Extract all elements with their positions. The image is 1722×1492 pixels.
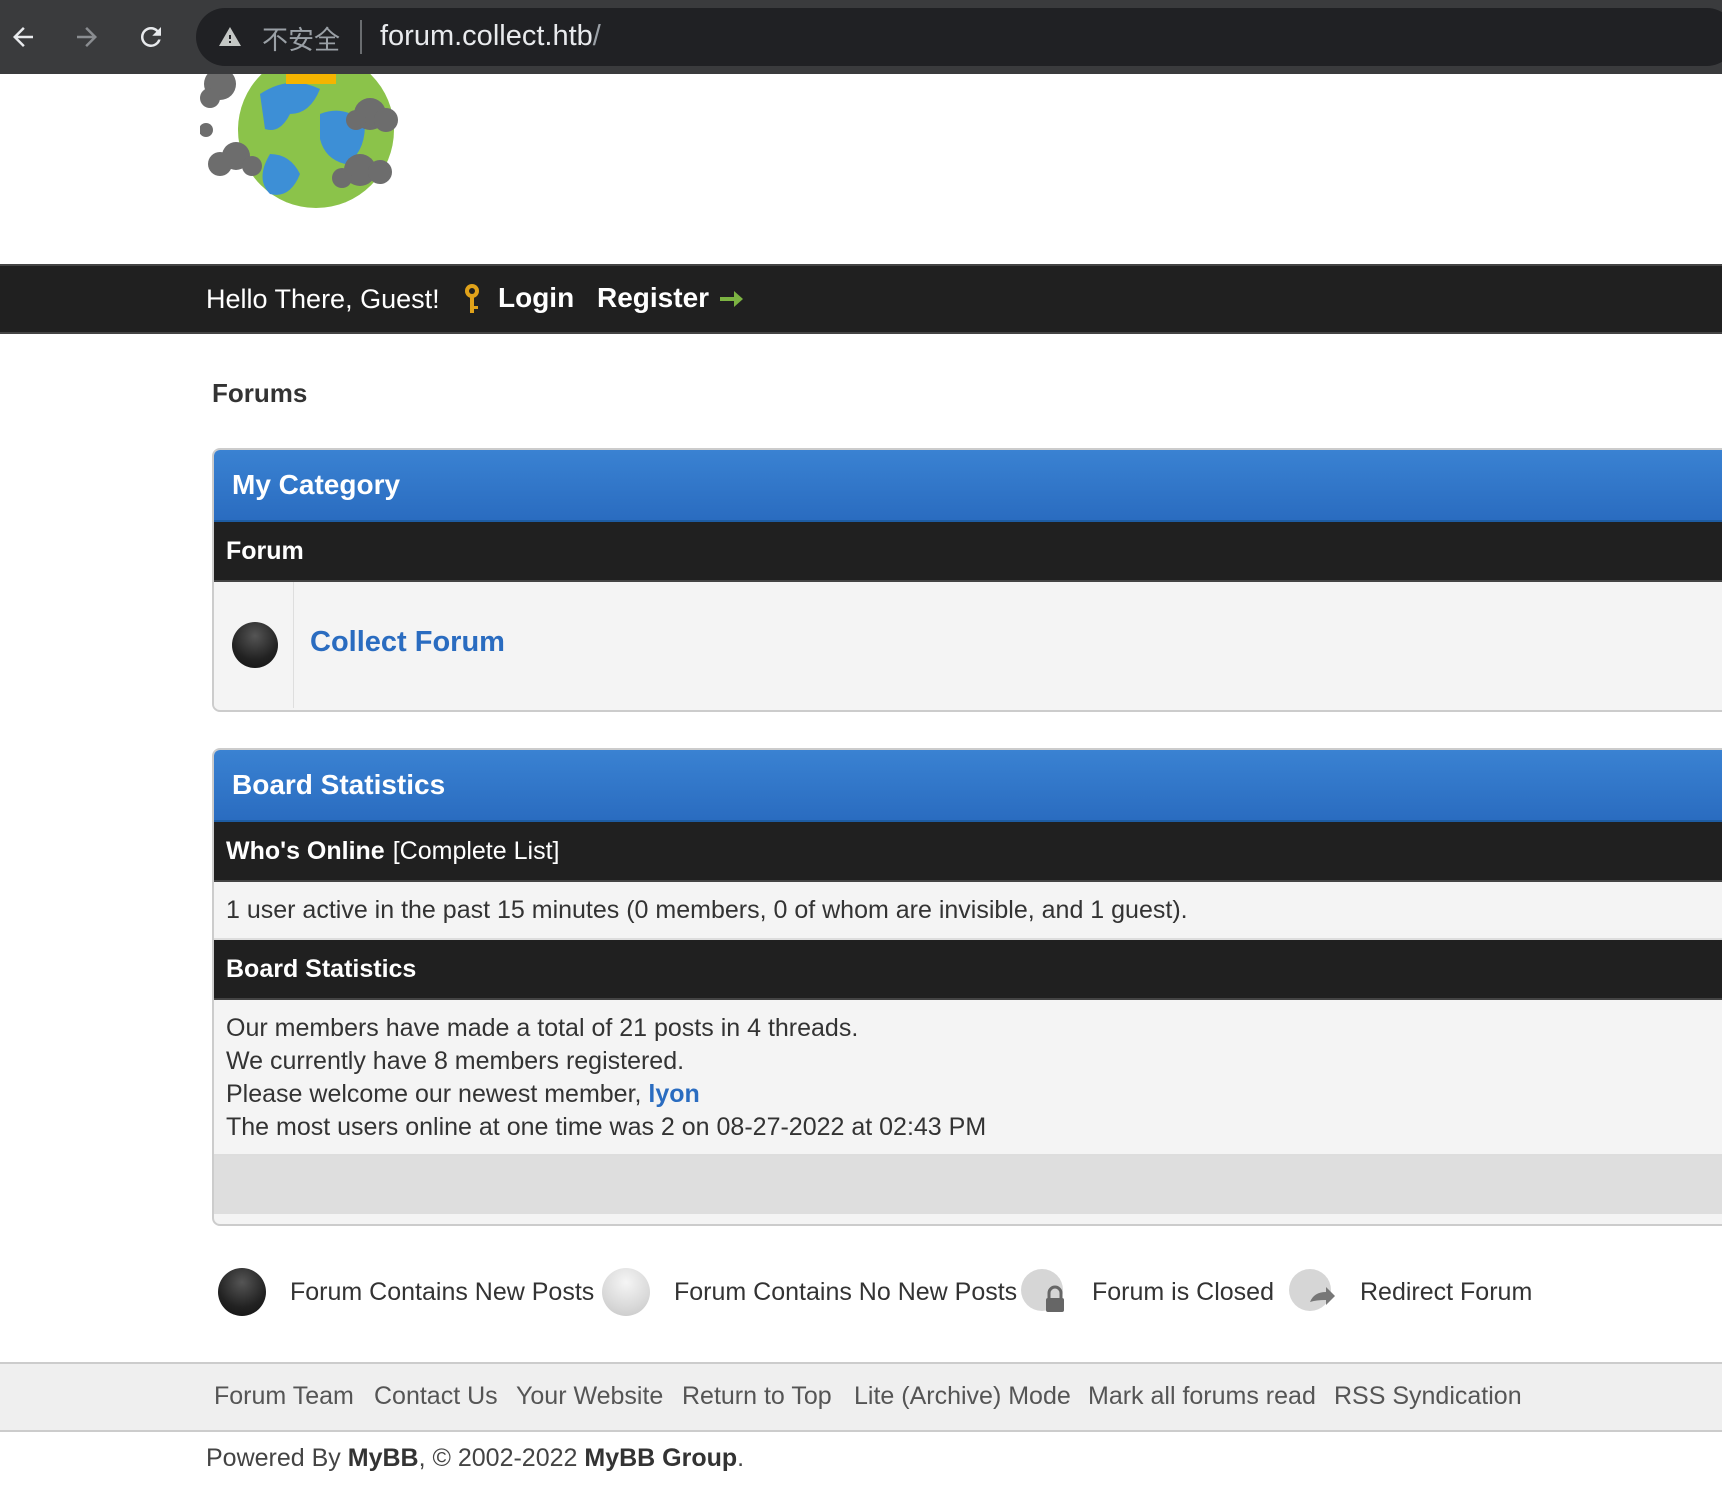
rss-syndication-link[interactable]: RSS Syndication (1334, 1382, 1522, 1411)
key-icon (465, 284, 479, 313)
redirect-arrow-icon (1289, 1269, 1335, 1311)
category-header[interactable]: My Category (214, 450, 1722, 522)
contact-us-link[interactable]: Contact Us (374, 1382, 498, 1411)
forward-button[interactable] (64, 14, 110, 60)
forum-new-posts-icon[interactable] (232, 622, 278, 668)
forum-legend: Forum Contains New Posts Forum Contains … (218, 1268, 1718, 1320)
mybb-link[interactable]: MyBB (348, 1444, 419, 1472)
footer-links-bar: Forum Team Contact Us Your Website Retur… (0, 1362, 1722, 1432)
forum-link-collect[interactable]: Collect Forum (310, 626, 505, 659)
forum-column-label: Forum (226, 536, 304, 565)
lite-mode-link[interactable]: Lite (Archive) Mode (854, 1382, 1071, 1411)
reload-button[interactable] (128, 14, 174, 60)
warning-icon (219, 27, 241, 46)
page-title: Forums (212, 378, 308, 408)
user-bar: Hello There, Guest! Login Register (0, 264, 1722, 334)
no-new-posts-icon (602, 1268, 650, 1316)
most-online-line: The most users online at one time was 2 … (226, 1113, 987, 1141)
legend-no-new-posts-label: Forum Contains No New Posts (674, 1277, 1018, 1306)
header (0, 74, 1722, 264)
new-posts-icon (218, 1268, 266, 1316)
members-registered-line: We currently have 8 members registered. (226, 1047, 685, 1075)
forum-row: Collect Forum (214, 582, 1722, 708)
browser-toolbar: 不安全 forum.collect.htb/ (0, 0, 1722, 74)
arrow-right-icon (720, 291, 743, 307)
legend-redirect-label: Redirect Forum (1360, 1277, 1533, 1306)
stats-subheader-label: Board Statistics (226, 954, 417, 983)
whos-online-link[interactable]: Who's Online (226, 837, 385, 866)
forum-team-link[interactable]: Forum Team (214, 1382, 354, 1411)
category-table: My Category Forum Collect Forum (212, 448, 1722, 712)
mybb-group-link[interactable]: MyBB Group (584, 1444, 737, 1472)
newest-member-link[interactable]: lyon (648, 1080, 699, 1108)
guest-greeting: Hello There, Guest! (206, 284, 440, 314)
online-users-text: 1 user active in the past 15 minutes (0 … (214, 882, 1722, 940)
login-link[interactable]: Login (498, 282, 574, 314)
legend-closed-label: Forum is Closed (1092, 1277, 1274, 1306)
return-to-top-link[interactable]: Return to Top (682, 1382, 832, 1411)
legend-no-new-posts: Forum Contains No New Posts (602, 1268, 1017, 1316)
not-secure-label: 不安全 (262, 26, 341, 56)
board-stats-header: Board Statistics (214, 750, 1722, 822)
newest-member-line: Please welcome our newest member, lyon (226, 1080, 700, 1108)
forum-status-cell (214, 582, 294, 708)
back-arrow-icon (13, 27, 33, 47)
legend-redirect: Redirect Forum (1288, 1268, 1532, 1316)
stats-subheader: Board Statistics (214, 940, 1722, 1000)
category-title[interactable]: My Category (232, 469, 400, 501)
mark-all-read-link[interactable]: Mark all forums read (1088, 1382, 1316, 1411)
register-link[interactable]: Register (597, 282, 709, 314)
stats-footer (214, 1156, 1722, 1214)
legend-new-posts-label: Forum Contains New Posts (290, 1277, 595, 1306)
stats-body: Our members have made a total of 21 post… (214, 1000, 1722, 1156)
board-stats-title: Board Statistics (232, 769, 446, 800)
reload-icon (140, 26, 161, 47)
legend-new-posts: Forum Contains New Posts (218, 1268, 594, 1316)
legend-closed: Forum is Closed (1020, 1268, 1274, 1316)
complete-list-link[interactable]: [Complete List] (393, 837, 560, 866)
your-website-link[interactable]: Your Website (516, 1382, 663, 1411)
back-button[interactable] (0, 14, 46, 60)
address-bar[interactable]: 不安全 forum.collect.htb/ (196, 8, 1722, 66)
copyright: Powered By MyBB, © 2002-2022 MyBB Group. (206, 1444, 745, 1472)
forum-column-header: Forum (214, 522, 1722, 582)
address-separator (360, 20, 362, 54)
whos-online-header: Who's Online [Complete List] (214, 822, 1722, 882)
forward-arrow-icon (77, 27, 97, 47)
board-stats-table: Board Statistics Who's Online [Complete … (212, 748, 1722, 1226)
posts-threads-line: Our members have made a total of 21 post… (226, 1014, 859, 1042)
url-text[interactable]: forum.collect.htb/ (380, 20, 601, 53)
globe-logo-icon[interactable] (200, 74, 430, 224)
forum-closed-lock-icon (1021, 1269, 1064, 1312)
